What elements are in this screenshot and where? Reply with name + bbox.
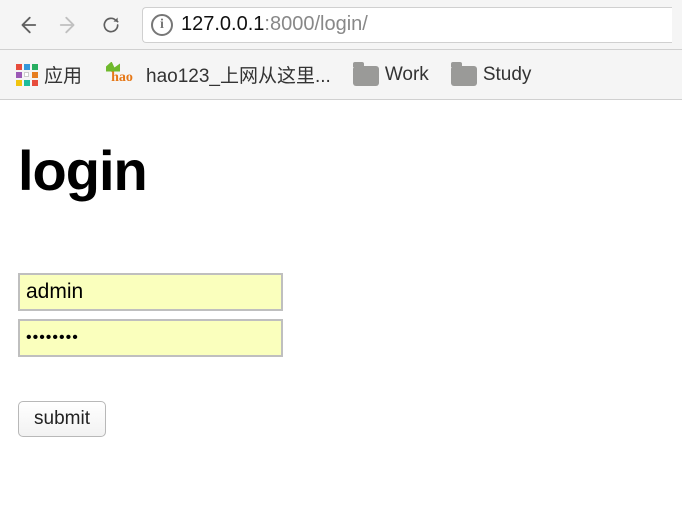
site-info-icon[interactable]: i <box>151 14 173 36</box>
folder-icon <box>451 66 477 86</box>
apps-shortcut[interactable]: 应用 <box>16 61 82 88</box>
browser-toolbar: i 127.0.0.1:8000/login/ <box>0 0 682 50</box>
folder-icon <box>353 66 379 86</box>
hao123-icon: hao <box>104 64 140 86</box>
apps-icon <box>16 64 38 86</box>
bookmark-label: Work <box>385 64 429 86</box>
bookmark-label: hao123_上网从这里... <box>146 61 331 88</box>
arrow-left-icon <box>16 14 38 36</box>
bookmarks-bar: 应用 hao hao123_上网从这里... Work Study <box>0 50 682 100</box>
page-title: login <box>18 138 664 203</box>
forward-button[interactable] <box>52 8 86 42</box>
bookmark-work[interactable]: Work <box>353 63 429 86</box>
password-input[interactable] <box>18 319 283 357</box>
reload-icon <box>101 15 121 35</box>
bookmark-hao123[interactable]: hao hao123_上网从这里... <box>104 61 331 88</box>
login-form: submit <box>18 273 283 437</box>
arrow-right-icon <box>58 14 80 36</box>
bookmark-label: Study <box>483 64 532 86</box>
address-bar[interactable]: i 127.0.0.1:8000/login/ <box>142 7 672 43</box>
bookmark-study[interactable]: Study <box>451 63 532 86</box>
url-path: :8000/login/ <box>264 13 367 36</box>
reload-button[interactable] <box>94 8 128 42</box>
submit-button[interactable]: submit <box>18 401 106 437</box>
url-host: 127.0.0.1 <box>181 13 264 36</box>
back-button[interactable] <box>10 8 44 42</box>
apps-label: 应用 <box>44 61 82 88</box>
page-content: login submit <box>0 100 682 451</box>
username-input[interactable] <box>18 273 283 311</box>
